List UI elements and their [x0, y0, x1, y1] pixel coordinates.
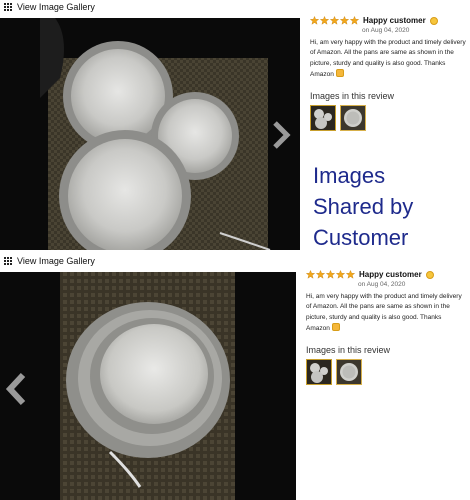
thumbs-up-emoji-icon [331, 323, 340, 332]
review-title[interactable]: Happy customer [359, 270, 422, 279]
star-icon [320, 16, 329, 25]
review-header: Happy customer [310, 16, 466, 25]
review-date: on Aug 04, 2020 [362, 27, 410, 34]
review-body-text: Hi, am very happy with the product and t… [310, 39, 466, 79]
star-icon [350, 16, 359, 25]
grid-icon [4, 2, 13, 12]
view-image-gallery-label: View Image Gallery [17, 2, 95, 12]
review-thumbnail-1[interactable] [306, 358, 332, 385]
thumbnail-image [341, 105, 365, 130]
caption-line-2: Shared by [313, 194, 414, 219]
pans-photo-top-view [0, 18, 300, 250]
star-icon [340, 16, 349, 25]
review-card-2: Happy customer on Aug 04, 2020 Hi, am ve… [306, 270, 466, 385]
star-icon [346, 270, 355, 279]
caption-line-1: Images [313, 163, 386, 188]
thumbnail-image [311, 105, 335, 130]
view-image-gallery-link[interactable]: View Image Gallery [4, 256, 95, 266]
view-image-gallery-link[interactable]: View Image Gallery [4, 2, 95, 12]
caption-images-shared: Images Shared by Customer [313, 160, 413, 253]
next-image-arrow[interactable] [270, 120, 292, 150]
star-icon [326, 270, 335, 279]
smiley-emoji-icon [425, 270, 434, 279]
review-header: Happy customer [306, 270, 466, 279]
previous-image-arrow[interactable] [4, 372, 28, 406]
review-thumbnails [310, 104, 466, 131]
star-icon [316, 270, 325, 279]
review-body-text: Hi, am very happy with the product and t… [306, 293, 462, 333]
review-body: Hi, am very happy with the product and t… [306, 292, 466, 335]
nested-pans-photo [0, 272, 296, 500]
review-body: Hi, am very happy with the product and t… [310, 38, 466, 81]
review-date: on Aug 04, 2020 [358, 281, 406, 288]
star-icon [336, 270, 345, 279]
images-in-review-heading: Images in this review [310, 90, 395, 101]
star-icon [310, 16, 319, 25]
review-title[interactable]: Happy customer [363, 16, 426, 25]
star-rating [306, 270, 355, 279]
review-thumbnail-2[interactable] [340, 104, 366, 131]
star-icon [306, 270, 315, 279]
caption-line-3: Customer [313, 225, 409, 250]
review-photo-secondary [0, 272, 296, 500]
review-thumbnail-1[interactable] [310, 104, 336, 131]
review-thumbnail-2[interactable] [336, 358, 362, 385]
review-thumbnails [306, 358, 466, 385]
star-icon [330, 16, 339, 25]
star-rating [310, 16, 359, 25]
thumbnail-image [307, 359, 331, 384]
review-card-1: Happy customer on Aug 04, 2020 Hi, am ve… [310, 16, 466, 131]
review-photo-main [0, 18, 300, 250]
thumbnail-image [337, 359, 361, 384]
images-in-review-heading: Images in this review [306, 344, 391, 355]
view-image-gallery-label: View Image Gallery [17, 256, 95, 266]
chevron-left-icon [5, 372, 26, 406]
thumbs-up-emoji-icon [335, 69, 344, 78]
grid-icon [4, 256, 13, 266]
chevron-right-icon [273, 121, 291, 149]
smiley-emoji-icon [429, 16, 438, 25]
